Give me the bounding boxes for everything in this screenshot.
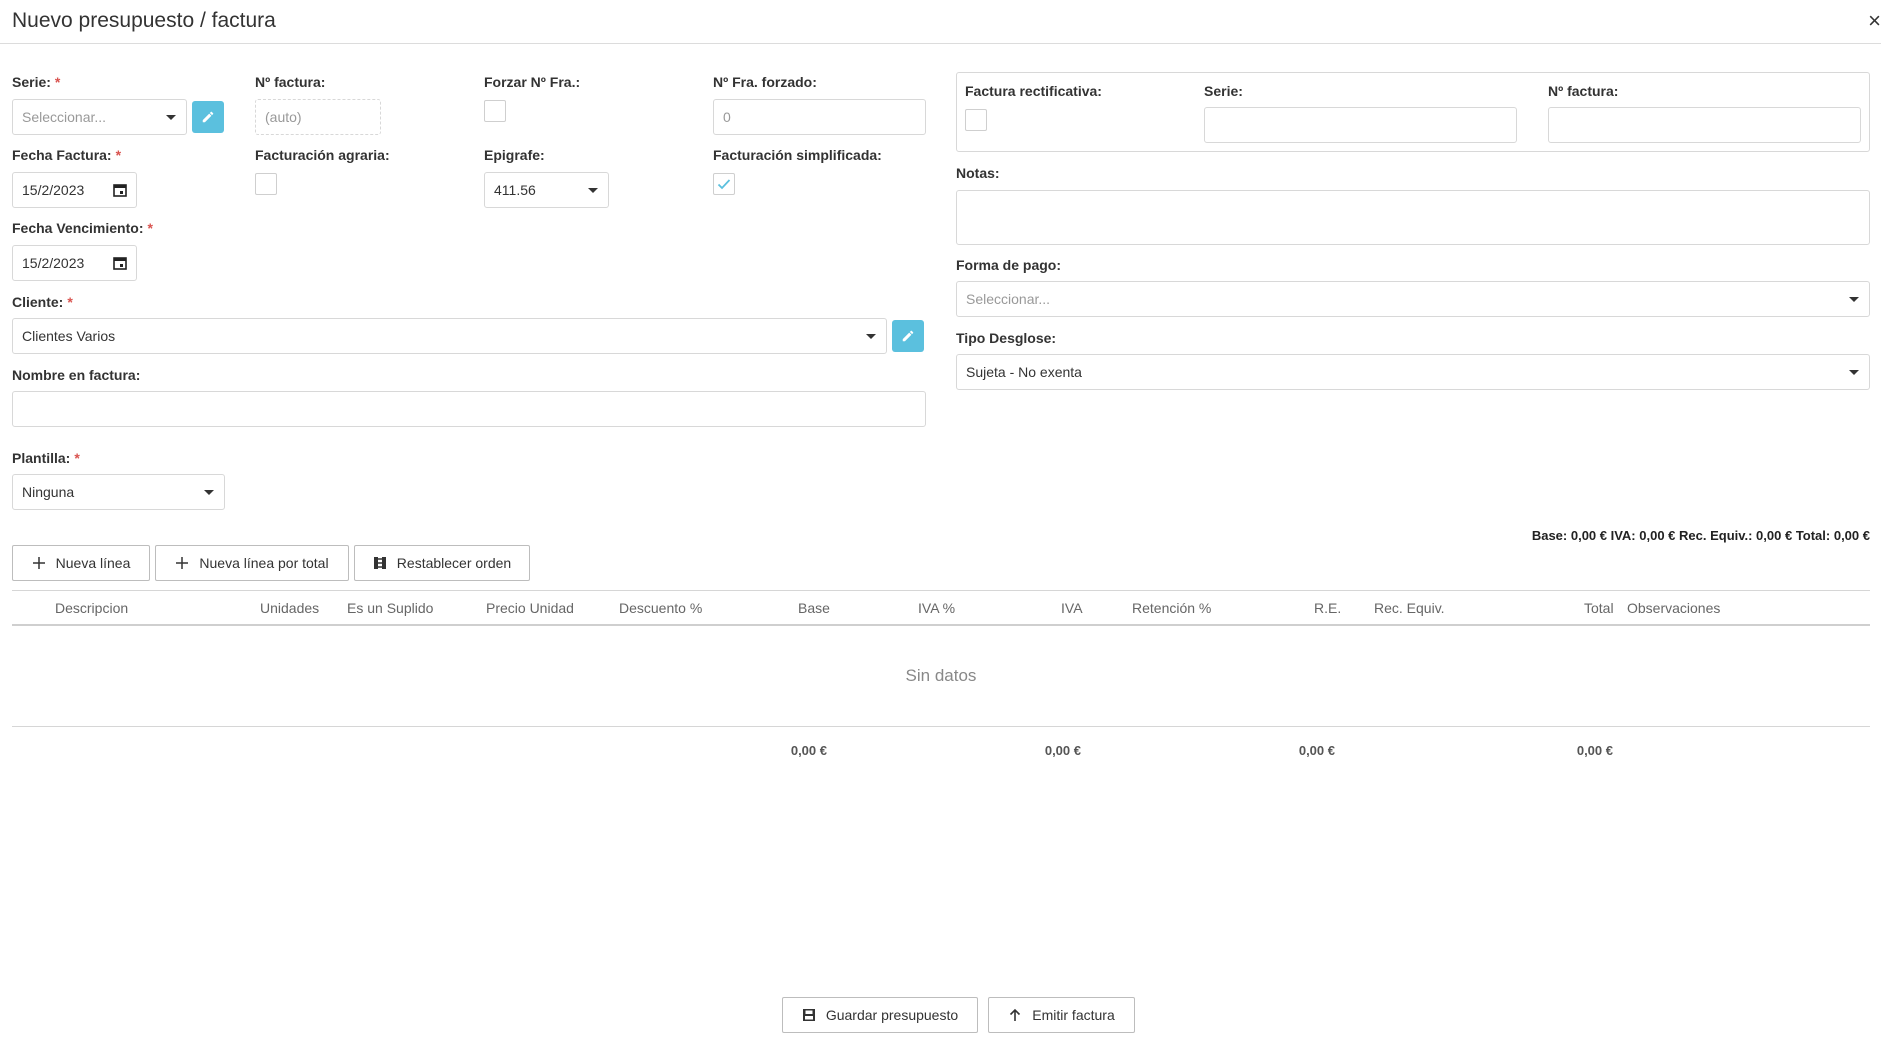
- column-iva[interactable]: IVA: [1061, 600, 1083, 616]
- calendar-icon[interactable]: [113, 183, 127, 197]
- table-header-border: [12, 624, 1870, 626]
- forma-pago-select[interactable]: Seleccionar...: [956, 281, 1870, 317]
- nueva-linea-total-label: Nueva línea por total: [199, 555, 329, 571]
- nueva-linea-button[interactable]: Nueva línea: [12, 545, 150, 581]
- chevron-down-icon: [204, 490, 214, 495]
- columns-icon: [373, 557, 386, 569]
- column-suplido[interactable]: Es un Suplido: [347, 600, 433, 616]
- edit-cliente-button[interactable]: [892, 320, 924, 352]
- tipo-desglose-value: Sujeta - No exenta: [966, 364, 1082, 380]
- chevron-down-icon: [1849, 297, 1859, 302]
- facturacion-simplificada-checkbox[interactable]: [713, 173, 735, 195]
- column-descuento[interactable]: Descuento %: [619, 600, 702, 616]
- close-icon[interactable]: ×: [1868, 8, 1881, 34]
- nueva-linea-label: Nueva línea: [55, 555, 131, 571]
- column-unidades[interactable]: Unidades: [260, 600, 319, 616]
- column-iva-porcentaje[interactable]: IVA %: [918, 600, 955, 616]
- rectificativa-numero-input[interactable]: [1548, 107, 1861, 143]
- fecha-vencimiento-label: Fecha Vencimiento: *: [12, 220, 153, 236]
- guardar-presupuesto-button[interactable]: Guardar presupuesto: [782, 997, 978, 1033]
- column-precio-unidad[interactable]: Precio Unidad: [486, 600, 574, 616]
- notas-label: Notas:: [956, 165, 1000, 181]
- dialog-title: Nuevo presupuesto / factura: [12, 9, 276, 32]
- rectificativa-serie-input[interactable]: [1204, 107, 1517, 143]
- fecha-factura-label: Fecha Factura: *: [12, 147, 122, 163]
- numero-forzado-label: Nº Fra. forzado:: [713, 74, 817, 90]
- column-observaciones[interactable]: Observaciones: [1627, 600, 1720, 616]
- fecha-factura-value: 15/2/2023: [22, 182, 85, 198]
- pencil-icon: [202, 111, 214, 123]
- serie-label: Serie: *: [12, 74, 61, 90]
- edit-serie-button[interactable]: [192, 101, 224, 133]
- emitir-factura-button[interactable]: Emitir factura: [988, 997, 1135, 1033]
- restablecer-orden-label: Restablecer orden: [396, 555, 512, 571]
- rectificativa-numero-label: Nº factura:: [1548, 83, 1619, 99]
- table-header: Descripcion Unidades Es un Suplido Preci…: [12, 591, 1870, 624]
- column-re[interactable]: R.E.: [1314, 600, 1341, 616]
- plus-icon: [176, 557, 189, 569]
- cliente-select[interactable]: Clientes Varios: [12, 318, 887, 354]
- cliente-value: Clientes Varios: [22, 328, 116, 344]
- chevron-down-icon: [166, 115, 176, 120]
- numero-factura-placeholder: (auto): [265, 109, 302, 125]
- numero-forzado-value: 0: [723, 109, 731, 125]
- plantilla-select[interactable]: Ninguna: [12, 474, 225, 510]
- chevron-down-icon: [588, 188, 598, 193]
- epigrafe-value: 411.56: [494, 182, 536, 198]
- rectificativa-checkbox[interactable]: [965, 109, 987, 131]
- column-total[interactable]: Total: [1584, 600, 1614, 616]
- column-base[interactable]: Base: [798, 600, 830, 616]
- forma-pago-placeholder: Seleccionar...: [966, 291, 1051, 307]
- plus-icon: [32, 557, 45, 569]
- nombre-factura-label: Nombre en factura:: [12, 367, 141, 383]
- forma-pago-label: Forma de pago:: [956, 257, 1062, 273]
- arrow-up-icon: [1010, 1008, 1021, 1021]
- guardar-presupuesto-label: Guardar presupuesto: [825, 1007, 959, 1023]
- table-footer-border: [12, 726, 1870, 727]
- nombre-factura-input[interactable]: [12, 391, 926, 427]
- rectificativa-serie-label: Serie:: [1204, 83, 1243, 99]
- calendar-icon[interactable]: [113, 256, 127, 270]
- pencil-icon: [902, 330, 914, 342]
- epigrafe-select[interactable]: 411.56: [484, 172, 609, 208]
- restablecer-orden-button[interactable]: Restablecer orden: [354, 545, 530, 581]
- serie-placeholder: Seleccionar...: [22, 109, 107, 125]
- fecha-factura-input[interactable]: 15/2/2023: [12, 172, 137, 208]
- emitir-factura-label: Emitir factura: [1032, 1007, 1115, 1023]
- cliente-label: Cliente: *: [12, 294, 73, 310]
- fecha-vencimiento-value: 15/2/2023: [22, 255, 85, 271]
- total-iva: 0,00 €: [1044, 743, 1081, 758]
- chevron-down-icon: [866, 334, 876, 339]
- column-descripcion[interactable]: Descripcion: [55, 600, 128, 616]
- facturacion-simplificada-label: Facturación simplificada:: [713, 147, 882, 163]
- totals-summary: Base: 0,00 € IVA: 0,00 € Rec. Equiv.: 0,…: [1531, 528, 1870, 543]
- check-icon: [717, 179, 731, 190]
- numero-forzado-input[interactable]: 0: [713, 99, 926, 135]
- numero-factura-input: (auto): [255, 99, 381, 135]
- tipo-desglose-label: Tipo Desglose:: [956, 330, 1057, 346]
- notas-textarea[interactable]: [956, 190, 1870, 245]
- nueva-linea-total-button[interactable]: Nueva línea por total: [155, 545, 349, 581]
- forzar-numero-label: Forzar Nº Fra.:: [484, 74, 581, 90]
- total-re: 0,00 €: [1298, 743, 1335, 758]
- fecha-vencimiento-input[interactable]: 15/2/2023: [12, 245, 137, 281]
- empty-state: Sin datos: [905, 666, 977, 685]
- numero-factura-label: Nº factura:: [255, 74, 326, 90]
- column-retencion[interactable]: Retención %: [1132, 600, 1211, 616]
- plantilla-label: Plantilla: *: [12, 450, 80, 466]
- column-rec-equiv[interactable]: Rec. Equiv.: [1374, 600, 1445, 616]
- facturacion-agraria-checkbox[interactable]: [255, 173, 277, 195]
- dialog-header: Nuevo presupuesto / factura ×: [0, 0, 1881, 44]
- save-icon: [802, 1009, 815, 1021]
- total-total: 0,00 €: [1576, 743, 1613, 758]
- epigrafe-label: Epigrafe:: [484, 147, 545, 163]
- plantilla-value: Ninguna: [22, 484, 75, 500]
- serie-select[interactable]: Seleccionar...: [12, 99, 187, 135]
- facturacion-agraria-label: Facturación agraria:: [255, 147, 390, 163]
- rectificativa-label: Factura rectificativa:: [965, 83, 1102, 99]
- chevron-down-icon: [1849, 370, 1859, 375]
- total-base: 0,00 €: [790, 743, 827, 758]
- tipo-desglose-select[interactable]: Sujeta - No exenta: [956, 354, 1870, 390]
- forzar-numero-checkbox[interactable]: [484, 100, 506, 122]
